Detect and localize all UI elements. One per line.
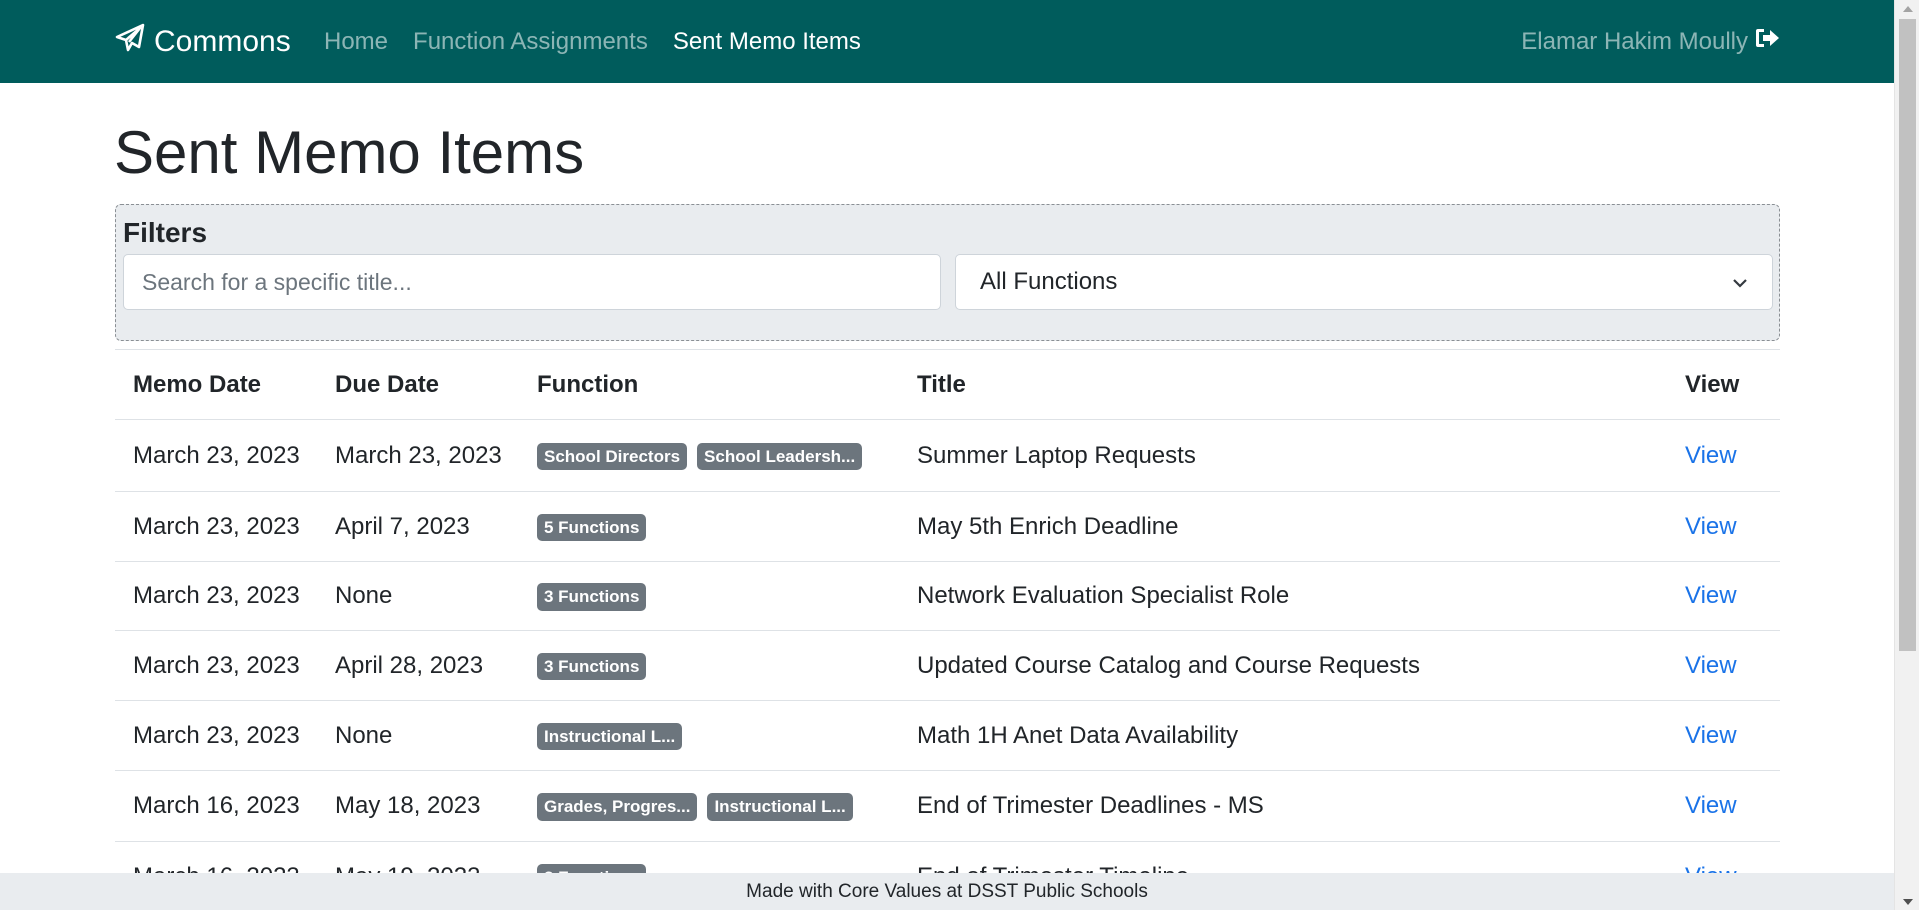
- function-cell: 3 Functions: [519, 561, 899, 631]
- title-cell: Updated Course Catalog and Course Reques…: [899, 630, 1685, 701]
- function-badge: 3 Functions: [537, 583, 647, 611]
- due-date-cell: May 18, 2023: [317, 770, 519, 842]
- nav-link-home[interactable]: Home: [324, 28, 388, 56]
- view-link[interactable]: View: [1685, 722, 1737, 749]
- memo-date-cell: March 23, 2023: [115, 491, 317, 562]
- page-title: Sent Memo Items: [114, 119, 585, 186]
- table-row: March 23, 2023 March 23, 2023 School Direc…: [115, 419, 1780, 492]
- function-cell: Grades, Progres... Instructional L...: [519, 770, 899, 842]
- table-row: March 23, 2023 None 3 Functions Network Eva…: [115, 561, 1780, 631]
- function-badge: 5 Functions: [537, 513, 647, 542]
- view-cell: View: [1685, 700, 1780, 771]
- scroll-down-arrow-icon[interactable]: [1895, 893, 1919, 910]
- header-memo-date: Memo Date: [115, 349, 317, 420]
- view-link[interactable]: View: [1685, 582, 1737, 609]
- view-link[interactable]: View: [1685, 442, 1737, 469]
- nav-link-sent-memo-items[interactable]: Sent Memo Items: [673, 28, 861, 56]
- user-name: Elamar Hakim Moully: [1521, 27, 1748, 55]
- table-row: March 16, 2023 May 18, 2023 Grades, Progre…: [115, 770, 1780, 842]
- header-due-date: Due Date: [317, 349, 519, 420]
- view-cell: View: [1685, 770, 1780, 842]
- view-link[interactable]: View: [1685, 513, 1737, 540]
- function-badge: Instructional L...: [537, 722, 683, 751]
- due-date-cell: March 23, 2023: [317, 419, 519, 492]
- function-badge: 3 Functions: [537, 652, 647, 681]
- function-cell: Instructional L...: [519, 700, 899, 771]
- header-view: View: [1685, 349, 1780, 420]
- memo-date-cell: March 23, 2023: [115, 630, 317, 701]
- memo-date-cell: March 23, 2023: [115, 700, 317, 771]
- brand-link[interactable]: Commons: [114, 22, 291, 62]
- table-row: March 23, 2023 None Instructional L... Math…: [115, 700, 1780, 771]
- title-cell: End of Trimester Deadlines - MS: [899, 770, 1685, 842]
- function-cell: 5 Functions: [519, 491, 899, 562]
- user-menu[interactable]: Elamar Hakim Moully: [1521, 0, 1780, 83]
- scroll-up-arrow-icon[interactable]: [1895, 0, 1919, 17]
- filters-title: Filters: [123, 217, 208, 248]
- function-badge: School Directors: [537, 442, 688, 471]
- title-search-input[interactable]: [123, 254, 941, 310]
- filters-panel: Filters All Functions: [115, 204, 1780, 341]
- function-badge: Instructional L...: [707, 793, 853, 821]
- memo-date-cell: March 16, 2023: [115, 770, 317, 842]
- brand-label: Commons: [154, 25, 291, 58]
- function-badge: School Leadersh...: [697, 442, 863, 471]
- due-date-cell: None: [317, 561, 519, 631]
- memo-date-cell: March 23, 2023: [115, 419, 317, 492]
- top-navbar: Commons Home Function Assignments Sent M…: [0, 0, 1894, 83]
- title-cell: Summer Laptop Requests: [899, 419, 1685, 492]
- nav-link-function-assignments[interactable]: Function Assignments: [413, 28, 648, 56]
- table-header-row: Memo Date Due Date Function Title View: [115, 349, 1780, 420]
- due-date-cell: April 28, 2023: [317, 630, 519, 701]
- function-select-value: All Functions: [980, 268, 1118, 295]
- view-link[interactable]: View: [1685, 792, 1737, 819]
- chevron-down-icon: [1732, 268, 1748, 296]
- view-link[interactable]: View: [1685, 652, 1737, 679]
- memo-date-cell: March 23, 2023: [115, 561, 317, 631]
- due-date-cell: None: [317, 700, 519, 771]
- footer: Made with Core Values at DSST Public Sch…: [0, 873, 1894, 910]
- paper-plane-icon: [114, 22, 154, 62]
- function-cell: 3 Functions: [519, 630, 899, 701]
- footer-text: Made with Core Values at DSST Public Sch…: [746, 880, 1148, 902]
- view-cell: View: [1685, 491, 1780, 562]
- table-row: March 23, 2023 April 7, 2023 5 Functions Ma…: [115, 491, 1780, 562]
- function-select[interactable]: All Functions: [955, 254, 1773, 310]
- view-cell: View: [1685, 630, 1780, 701]
- header-function: Function: [519, 349, 899, 420]
- title-cell: May 5th Enrich Deadline: [899, 491, 1685, 562]
- function-cell: School Directors School Leadersh...: [519, 419, 899, 492]
- scrollbar-thumb[interactable]: [1899, 19, 1916, 651]
- title-cell: Math 1H Anet Data Availability: [899, 700, 1685, 771]
- logout-icon[interactable]: [1748, 27, 1780, 56]
- view-cell: View: [1685, 419, 1780, 492]
- page-scrollbar[interactable]: [1894, 0, 1919, 910]
- table-row: March 23, 2023 April 28, 2023 3 Functions U…: [115, 630, 1780, 701]
- header-title: Title: [899, 349, 1685, 420]
- due-date-cell: April 7, 2023: [317, 491, 519, 562]
- function-badge: Grades, Progres...: [537, 793, 698, 821]
- title-cell: Network Evaluation Specialist Role: [899, 561, 1685, 631]
- view-cell: View: [1685, 561, 1780, 631]
- nav-links: Home Function Assignments Sent Memo Item…: [324, 0, 886, 83]
- memo-items-table: Memo Date Due Date Function Title View M…: [115, 349, 1780, 910]
